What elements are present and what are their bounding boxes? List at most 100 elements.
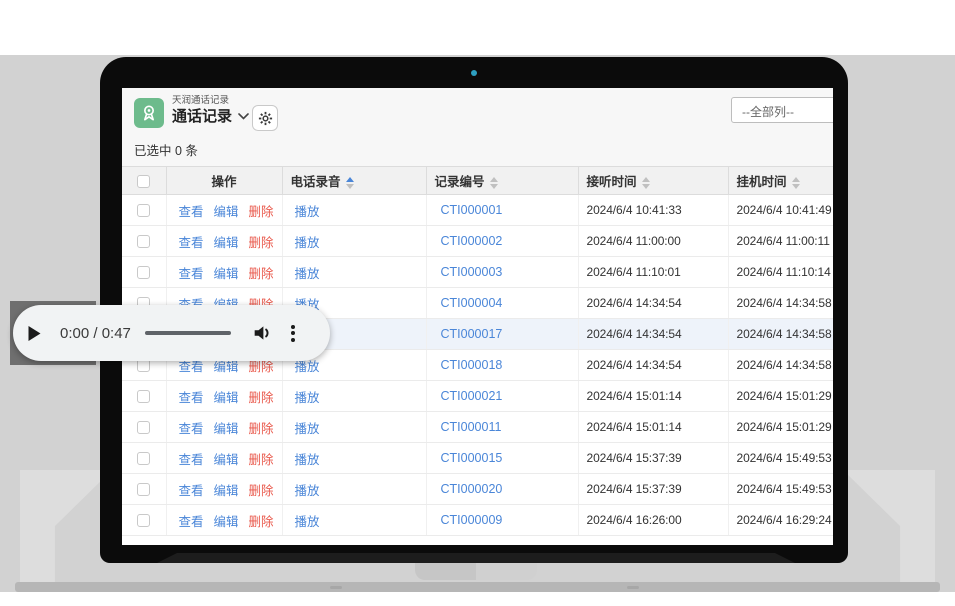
record-id-cell: CTI000015: [426, 443, 578, 474]
row-checkbox-cell: [122, 257, 166, 288]
actions-cell: 查看编辑删除: [166, 257, 282, 288]
row-checkbox[interactable]: [137, 359, 150, 372]
column-header-answer_time[interactable]: 接听时间: [578, 167, 728, 195]
play-recording-link[interactable]: 播放: [295, 391, 320, 405]
record-id-cell: CTI000011: [426, 412, 578, 443]
recording-cell: 播放: [282, 381, 426, 412]
edit-link[interactable]: 编辑: [214, 205, 239, 219]
actions-cell: 查看编辑删除: [166, 226, 282, 257]
delete-link[interactable]: 删除: [249, 422, 274, 436]
edit-link[interactable]: 编辑: [214, 360, 239, 374]
sort-arrows-icon[interactable]: [490, 177, 498, 189]
play-recording-link[interactable]: 播放: [295, 422, 320, 436]
edit-link[interactable]: 编辑: [214, 422, 239, 436]
view-link[interactable]: 查看: [179, 422, 204, 436]
sort-arrows-icon[interactable]: [346, 177, 354, 189]
recording-cell: 播放: [282, 257, 426, 288]
answer-time-cell: 2024/6/4 15:37:39: [578, 443, 728, 474]
play-recording-link[interactable]: 播放: [295, 515, 320, 529]
delete-link[interactable]: 删除: [249, 236, 274, 250]
select-all-checkbox[interactable]: [137, 175, 150, 188]
play-recording-link[interactable]: 播放: [295, 236, 320, 250]
audio-menu-button[interactable]: [287, 320, 299, 346]
edit-link[interactable]: 编辑: [214, 391, 239, 405]
audio-progress-bar[interactable]: [145, 331, 231, 335]
delete-link[interactable]: 删除: [249, 267, 274, 281]
column-header-recording[interactable]: 电话录音: [282, 167, 426, 195]
edit-link[interactable]: 编辑: [214, 267, 239, 281]
sort-arrows-icon[interactable]: [642, 177, 650, 189]
edit-link[interactable]: 编辑: [214, 236, 239, 250]
record-id-cell: CTI000001: [426, 195, 578, 226]
column-label: 接听时间: [587, 175, 637, 189]
row-checkbox[interactable]: [137, 483, 150, 496]
sort-arrows-icon[interactable]: [792, 177, 800, 189]
row-checkbox[interactable]: [137, 204, 150, 217]
record-id-link[interactable]: CTI000009: [441, 513, 503, 527]
record-id-link[interactable]: CTI000018: [441, 358, 503, 372]
app-titles: 天润通话记录 通话记录: [172, 95, 249, 126]
volume-button[interactable]: [250, 321, 274, 345]
record-id-link[interactable]: CTI000011: [441, 420, 502, 434]
record-id-link[interactable]: CTI000021: [441, 389, 503, 403]
row-checkbox[interactable]: [137, 390, 150, 403]
gear-icon: [258, 111, 273, 126]
table-row: 查看编辑删除播放CTI0000092024/6/4 16:26:002024/6…: [122, 505, 833, 536]
table-row: 查看编辑删除播放CTI0000112024/6/4 15:01:142024/6…: [122, 412, 833, 443]
edit-link[interactable]: 编辑: [214, 453, 239, 467]
row-checkbox-cell: [122, 226, 166, 257]
view-link[interactable]: 查看: [179, 515, 204, 529]
table-row: 查看编辑删除播放CTI0000032024/6/4 11:10:012024/6…: [122, 257, 833, 288]
laptop-foot: [627, 586, 639, 589]
edit-link[interactable]: 编辑: [214, 515, 239, 529]
app-subtitle: 天润通话记录: [172, 95, 249, 107]
selection-count: 已选中 0 条: [134, 140, 198, 159]
delete-link[interactable]: 删除: [249, 453, 274, 467]
row-checkbox[interactable]: [137, 421, 150, 434]
play-recording-link[interactable]: 播放: [295, 360, 320, 374]
view-link[interactable]: 查看: [179, 391, 204, 405]
view-link[interactable]: 查看: [179, 360, 204, 374]
settings-button[interactable]: [252, 105, 278, 131]
column-header-hangup_time[interactable]: 挂机时间: [728, 167, 833, 195]
column-header-record_id[interactable]: 记录编号: [426, 167, 578, 195]
edit-link[interactable]: 编辑: [214, 484, 239, 498]
delete-link[interactable]: 删除: [249, 515, 274, 529]
play-recording-link[interactable]: 播放: [295, 453, 320, 467]
actions-cell: 查看编辑删除: [166, 381, 282, 412]
view-link[interactable]: 查看: [179, 236, 204, 250]
play-recording-link[interactable]: 播放: [295, 267, 320, 281]
column-filter-select[interactable]: --全部列--: [731, 97, 833, 123]
view-link[interactable]: 查看: [179, 205, 204, 219]
hangup-time-cell: 2024/6/4 15:49:53: [728, 474, 833, 505]
row-checkbox[interactable]: [137, 514, 150, 527]
chevron-down-icon[interactable]: [238, 113, 249, 120]
play-button[interactable]: [27, 324, 45, 342]
view-link[interactable]: 查看: [179, 484, 204, 498]
record-id-link[interactable]: CTI000004: [441, 296, 503, 310]
play-recording-link[interactable]: 播放: [295, 484, 320, 498]
play-recording-link[interactable]: 播放: [295, 205, 320, 219]
record-id-link[interactable]: CTI000002: [441, 234, 503, 248]
answer-time-cell: 2024/6/4 11:10:01: [578, 257, 728, 288]
delete-link[interactable]: 删除: [249, 484, 274, 498]
view-link[interactable]: 查看: [179, 453, 204, 467]
row-checkbox-cell: [122, 195, 166, 226]
row-checkbox[interactable]: [137, 235, 150, 248]
row-checkbox[interactable]: [137, 266, 150, 279]
actions-cell: 查看编辑删除: [166, 474, 282, 505]
record-id-link[interactable]: CTI000017: [441, 327, 503, 341]
row-checkbox[interactable]: [137, 452, 150, 465]
delete-link[interactable]: 删除: [249, 205, 274, 219]
record-id-link[interactable]: CTI000003: [441, 265, 503, 279]
view-link[interactable]: 查看: [179, 267, 204, 281]
record-id-link[interactable]: CTI000015: [441, 451, 503, 465]
hangup-time-cell: 2024/6/4 11:10:14: [728, 257, 833, 288]
record-id-link[interactable]: CTI000020: [441, 482, 503, 496]
recording-cell: 播放: [282, 226, 426, 257]
delete-link[interactable]: 删除: [249, 360, 274, 374]
record-id-link[interactable]: CTI000001: [441, 203, 503, 217]
hangup-time-cell: 2024/6/4 14:34:58: [728, 288, 833, 319]
delete-link[interactable]: 删除: [249, 391, 274, 405]
answer-time-cell: 2024/6/4 15:37:39: [578, 474, 728, 505]
